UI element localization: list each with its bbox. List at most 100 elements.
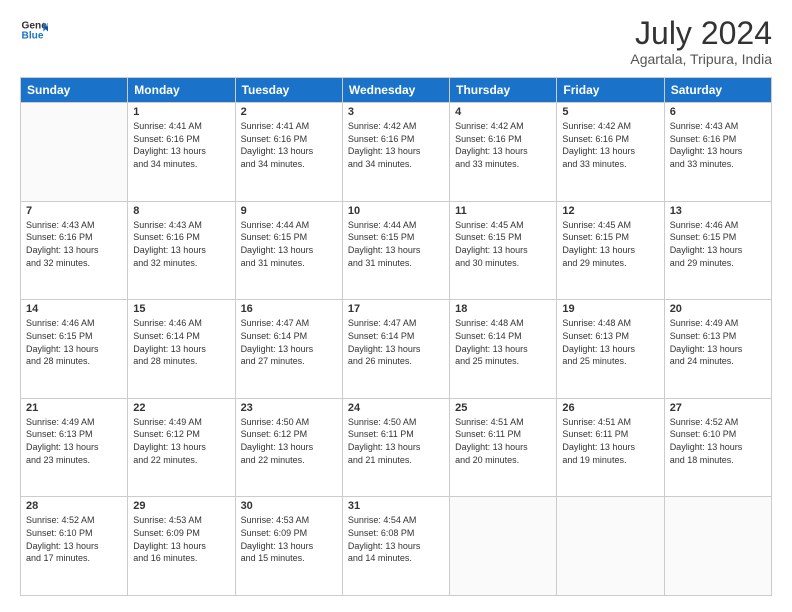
day-info: Sunrise: 4:46 AM Sunset: 6:15 PM Dayligh… [670,219,766,269]
day-number: 25 [455,402,551,414]
day-number: 15 [133,303,229,315]
col-friday: Friday [557,78,664,103]
calendar-cell: 22 Sunrise: 4:49 AM Sunset: 6:12 PM Dayli… [128,398,235,497]
day-number: 9 [241,205,337,217]
day-info: Sunrise: 4:48 AM Sunset: 6:13 PM Dayligh… [562,317,658,367]
calendar-cell: 23Sunrise: 4:50 AM Sunset: 6:12 PM Dayli… [235,398,342,497]
logo-icon: General Blue [20,16,48,44]
calendar-cell: 16Sunrise: 4:47 AM Sunset: 6:14 PM Dayli… [235,300,342,399]
calendar-cell: 30 Sunrise: 4:53 AM Sunset: 6:09 PM Dayli… [235,497,342,596]
calendar-cell: 26 Sunrise: 4:51 AM Sunset: 6:11 PM Dayli… [557,398,664,497]
day-number: 6 [670,106,766,118]
calendar-cell: 12 Sunrise: 4:45 AM Sunset: 6:15 PM Dayli… [557,201,664,300]
day-info: Sunrise: 4:47 AM Sunset: 6:14 PM Dayligh… [348,317,444,367]
day-info: Sunrise: 4:51 AM Sunset: 6:11 PM Dayligh… [455,416,551,466]
day-number: 3 [348,106,444,118]
calendar-cell [664,497,771,596]
day-number: 16 [241,303,337,315]
day-number: 20 [670,303,766,315]
day-info: Sunrise: 4:53 AM Sunset: 6:09 PM Dayligh… [241,514,337,564]
day-number: 30 [241,500,337,512]
day-number: 10 [348,205,444,217]
calendar-cell: 19Sunrise: 4:48 AM Sunset: 6:13 PM Dayli… [557,300,664,399]
calendar-cell: 4 Sunrise: 4:42 AM Sunset: 6:16 PM Daylig… [450,103,557,202]
calendar-cell: 13 Sunrise: 4:46 AM Sunset: 6:15 PM Dayli… [664,201,771,300]
calendar-cell: 8 Sunrise: 4:43 AM Sunset: 6:16 PM Daylig… [128,201,235,300]
day-info: Sunrise: 4:52 AM Sunset: 6:10 PM Dayligh… [26,514,122,564]
calendar-cell: 21Sunrise: 4:49 AM Sunset: 6:13 PM Dayli… [21,398,128,497]
day-number: 22 [133,402,229,414]
day-number: 24 [348,402,444,414]
header: General Blue July 2024 Agartala, Tripura… [20,16,772,67]
day-number: 13 [670,205,766,217]
calendar-cell: 17 Sunrise: 4:47 AM Sunset: 6:14 PM Dayli… [342,300,449,399]
calendar-cell: 5 Sunrise: 4:42 AM Sunset: 6:16 PM Daylig… [557,103,664,202]
page: General Blue July 2024 Agartala, Tripura… [0,0,792,612]
calendar-cell [21,103,128,202]
day-number: 26 [562,402,658,414]
day-number: 1 [133,106,229,118]
day-number: 17 [348,303,444,315]
day-info: Sunrise: 4:45 AM Sunset: 6:15 PM Dayligh… [562,219,658,269]
subtitle: Agartala, Tripura, India [630,51,772,67]
calendar-cell: 10 Sunrise: 4:44 AM Sunset: 6:15 PM Dayli… [342,201,449,300]
day-info: Sunrise: 4:43 AM Sunset: 6:16 PM Dayligh… [133,219,229,269]
calendar-week-4: 21Sunrise: 4:49 AM Sunset: 6:13 PM Dayli… [21,398,772,497]
day-info: Sunrise: 4:44 AM Sunset: 6:15 PM Dayligh… [348,219,444,269]
calendar-cell: 2 Sunrise: 4:41 AM Sunset: 6:16 PM Daylig… [235,103,342,202]
calendar-week-2: 7 Sunrise: 4:43 AM Sunset: 6:16 PM Daylig… [21,201,772,300]
day-number: 18 [455,303,551,315]
day-info: Sunrise: 4:41 AM Sunset: 6:16 PM Dayligh… [241,120,337,170]
calendar-cell [450,497,557,596]
calendar-cell: 15Sunrise: 4:46 AM Sunset: 6:14 PM Dayli… [128,300,235,399]
calendar-cell: 1 Sunrise: 4:41 AM Sunset: 6:16 PM Daylig… [128,103,235,202]
calendar-cell: 29Sunrise: 4:53 AM Sunset: 6:09 PM Dayli… [128,497,235,596]
day-info: Sunrise: 4:50 AM Sunset: 6:12 PM Dayligh… [241,416,337,466]
calendar-week-3: 14Sunrise: 4:46 AM Sunset: 6:15 PM Dayli… [21,300,772,399]
day-info: Sunrise: 4:42 AM Sunset: 6:16 PM Dayligh… [348,120,444,170]
day-info: Sunrise: 4:49 AM Sunset: 6:13 PM Dayligh… [670,317,766,367]
svg-text:Blue: Blue [22,31,44,42]
day-number: 8 [133,205,229,217]
logo: General Blue [20,16,48,44]
day-info: Sunrise: 4:41 AM Sunset: 6:16 PM Dayligh… [133,120,229,170]
calendar-cell: 3 Sunrise: 4:42 AM Sunset: 6:16 PM Daylig… [342,103,449,202]
day-number: 4 [455,106,551,118]
col-sunday: Sunday [21,78,128,103]
calendar-week-1: 1 Sunrise: 4:41 AM Sunset: 6:16 PM Daylig… [21,103,772,202]
col-tuesday: Tuesday [235,78,342,103]
calendar-cell: 6 Sunrise: 4:43 AM Sunset: 6:16 PM Daylig… [664,103,771,202]
day-info: Sunrise: 4:51 AM Sunset: 6:11 PM Dayligh… [562,416,658,466]
col-wednesday: Wednesday [342,78,449,103]
day-number: 2 [241,106,337,118]
day-info: Sunrise: 4:49 AM Sunset: 6:12 PM Dayligh… [133,416,229,466]
calendar-cell: 24 Sunrise: 4:50 AM Sunset: 6:11 PM Dayli… [342,398,449,497]
day-info: Sunrise: 4:45 AM Sunset: 6:15 PM Dayligh… [455,219,551,269]
main-title: July 2024 [630,16,772,51]
day-info: Sunrise: 4:53 AM Sunset: 6:09 PM Dayligh… [133,514,229,564]
day-number: 12 [562,205,658,217]
day-number: 5 [562,106,658,118]
calendar-table: Sunday Monday Tuesday Wednesday Thursday… [20,77,772,596]
day-info: Sunrise: 4:43 AM Sunset: 6:16 PM Dayligh… [670,120,766,170]
calendar-cell: 9 Sunrise: 4:44 AM Sunset: 6:15 PM Daylig… [235,201,342,300]
calendar-cell: 14Sunrise: 4:46 AM Sunset: 6:15 PM Dayli… [21,300,128,399]
day-info: Sunrise: 4:42 AM Sunset: 6:16 PM Dayligh… [455,120,551,170]
day-info: Sunrise: 4:42 AM Sunset: 6:16 PM Dayligh… [562,120,658,170]
day-number: 21 [26,402,122,414]
day-info: Sunrise: 4:48 AM Sunset: 6:14 PM Dayligh… [455,317,551,367]
col-saturday: Saturday [664,78,771,103]
day-info: Sunrise: 4:44 AM Sunset: 6:15 PM Dayligh… [241,219,337,269]
calendar-header-row: Sunday Monday Tuesday Wednesday Thursday… [21,78,772,103]
calendar-cell: 25 Sunrise: 4:51 AM Sunset: 6:11 PM Dayli… [450,398,557,497]
day-number: 7 [26,205,122,217]
day-info: Sunrise: 4:54 AM Sunset: 6:08 PM Dayligh… [348,514,444,564]
calendar-cell: 28 Sunrise: 4:52 AM Sunset: 6:10 PM Dayli… [21,497,128,596]
day-number: 28 [26,500,122,512]
day-number: 27 [670,402,766,414]
day-info: Sunrise: 4:52 AM Sunset: 6:10 PM Dayligh… [670,416,766,466]
calendar-cell: 31Sunrise: 4:54 AM Sunset: 6:08 PM Dayli… [342,497,449,596]
calendar-cell: 20 Sunrise: 4:49 AM Sunset: 6:13 PM Dayli… [664,300,771,399]
title-block: July 2024 Agartala, Tripura, India [630,16,772,67]
day-info: Sunrise: 4:50 AM Sunset: 6:11 PM Dayligh… [348,416,444,466]
